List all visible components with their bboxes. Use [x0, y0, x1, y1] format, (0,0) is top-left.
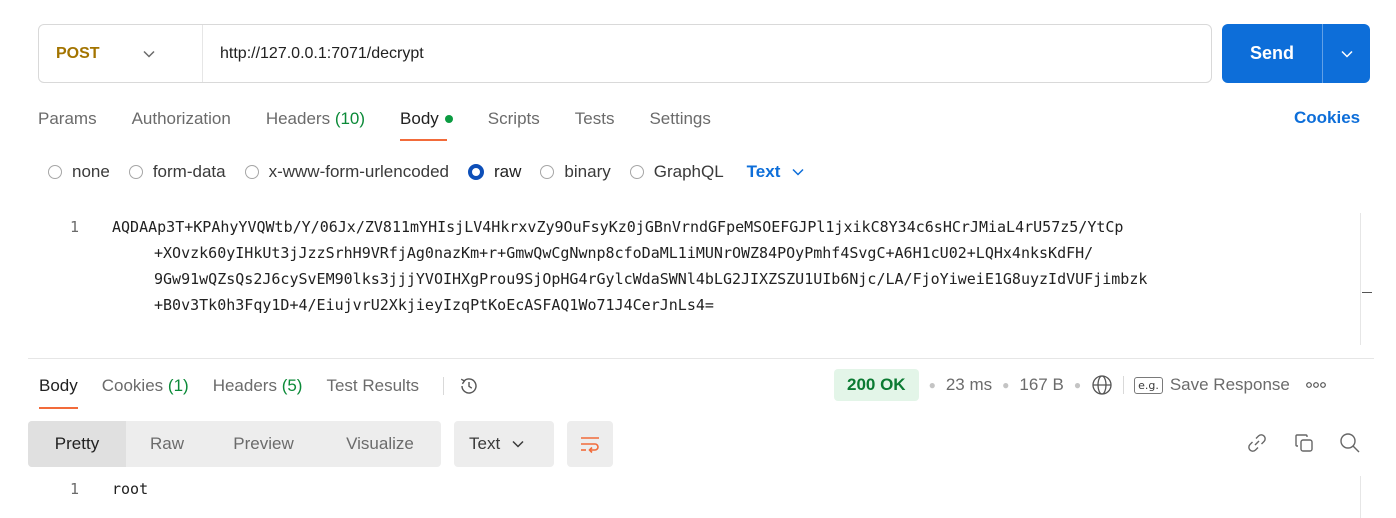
meta-separator	[1123, 376, 1125, 394]
view-visualize[interactable]: Visualize	[319, 421, 441, 467]
response-tabs: Body Cookies (1) Headers (5) Test Result…	[39, 373, 480, 409]
radio-urlencoded[interactable]: x-www-form-urlencoded	[244, 162, 450, 182]
radio-circle-checked	[468, 164, 485, 180]
copy-icon[interactable]	[1292, 431, 1316, 455]
scrollbar-marker	[1362, 292, 1372, 293]
view-preview[interactable]: Preview	[208, 421, 319, 467]
search-icon[interactable]	[1338, 431, 1362, 455]
radio-graphql[interactable]: GraphQL	[629, 162, 724, 182]
meta-dot: ●	[1002, 378, 1010, 392]
request-url-bar: POST	[38, 24, 1212, 83]
response-meta: 200 OK ● 23 ms ● 167 B ● e.g. Save Respo…	[834, 369, 1326, 401]
raw-format-dropdown[interactable]: Text	[747, 162, 805, 182]
raw-format-label: Text	[746, 162, 781, 181]
response-time[interactable]: 23 ms	[946, 375, 992, 395]
meta-dot: ●	[1073, 378, 1082, 392]
cookies-count: (1)	[167, 376, 189, 395]
request-body-editor[interactable]: 1 AQDAAp3T+KPAhyYVQWtb/Y/06Jx/ZV811mYHIs…	[28, 210, 1362, 350]
chevron-down-icon	[143, 50, 155, 58]
radio-label: form-data	[152, 162, 226, 181]
status-badge[interactable]: 200 OK	[834, 369, 919, 401]
chevron-down-icon	[792, 168, 804, 176]
radio-circle	[629, 165, 644, 179]
meta-dot: ●	[928, 378, 936, 392]
request-tabs: Params Authorization Headers (10) Body S…	[38, 104, 746, 141]
body-type-options: none form-data x-www-form-urlencoded raw…	[48, 159, 804, 185]
tab-cookies-label: Cookies	[101, 376, 164, 395]
tab-body[interactable]: Body	[400, 109, 453, 141]
cookies-link[interactable]: Cookies	[1294, 108, 1360, 128]
wrap-lines-icon	[579, 434, 601, 454]
tab-headers[interactable]: Headers (10)	[266, 109, 365, 129]
code-line: +B0v3Tk0h3Fqy1D+4/EiujvrU2XkjieyIzqPtKoE…	[154, 296, 714, 314]
radio-circle	[244, 165, 259, 179]
headers-count: (10)	[334, 109, 366, 128]
tab-headers-label: Headers	[212, 376, 277, 395]
method-label: POST	[56, 44, 100, 62]
radio-none[interactable]: none	[48, 162, 110, 182]
tab-response-body[interactable]: Body	[39, 376, 78, 409]
example-icon: e.g.	[1134, 376, 1163, 394]
link-icon[interactable]	[1245, 431, 1269, 455]
view-pretty[interactable]: Pretty	[28, 421, 126, 467]
tab-response-cookies[interactable]: Cookies (1)	[102, 376, 189, 396]
radio-label: binary	[564, 162, 611, 181]
method-dropdown[interactable]: POST	[39, 25, 203, 82]
url-input[interactable]	[203, 25, 1211, 82]
tab-params[interactable]: Params	[38, 109, 97, 129]
history-icon[interactable]	[458, 375, 480, 397]
tab-scripts[interactable]: Scripts	[488, 109, 540, 129]
code-line: +XOvzk60yIHkUt3jJzzSrhH9VRfjAg0nazKm+r+G…	[154, 244, 1094, 262]
response-format-label: Text	[469, 434, 501, 453]
tab-body-label: Body	[400, 109, 439, 128]
line-number: 1	[70, 480, 80, 498]
view-raw[interactable]: Raw	[126, 421, 208, 467]
radio-form-data[interactable]: form-data	[128, 162, 226, 182]
tab-test-results[interactable]: Test Results	[326, 376, 419, 396]
tab-separator	[443, 377, 445, 395]
radio-binary[interactable]: binary	[540, 162, 611, 182]
tab-tests[interactable]: Tests	[575, 109, 615, 129]
response-view-toggle: Pretty Raw Preview Visualize	[28, 421, 441, 467]
tab-headers-label: Headers	[265, 109, 331, 128]
radio-label: GraphQL	[653, 162, 724, 181]
more-options-icon[interactable]	[1305, 381, 1326, 389]
radio-raw[interactable]: raw	[468, 162, 521, 182]
tab-authorization[interactable]: Authorization	[132, 109, 231, 129]
body-indicator-dot	[444, 114, 453, 123]
save-response-label: Save Response	[1169, 375, 1290, 394]
response-text: root	[112, 480, 149, 498]
send-button[interactable]: Send	[1222, 24, 1370, 83]
tab-response-headers[interactable]: Headers (5)	[213, 376, 303, 396]
radio-label: raw	[494, 162, 522, 181]
wrap-lines-button[interactable]	[567, 421, 613, 467]
code-line: AQDAAp3T+KPAhyYVQWtb/Y/06Jx/ZV811mYHIsjL…	[112, 218, 1124, 236]
radio-circle	[48, 165, 62, 179]
radio-circle	[540, 165, 555, 179]
response-size[interactable]: 167 B	[1019, 375, 1063, 395]
code-line: 9Gw91wQZsQs2J6cySvEM90lks3jjjYVOIHXgProu…	[154, 270, 1148, 288]
tab-settings[interactable]: Settings	[649, 109, 710, 129]
response-scrollbar[interactable]	[1360, 476, 1361, 518]
globe-icon[interactable]	[1091, 374, 1113, 396]
send-label: Send	[1249, 43, 1294, 63]
headers-count: (5)	[281, 376, 303, 395]
pane-divider[interactable]	[28, 358, 1374, 359]
editor-scrollbar[interactable]	[1360, 213, 1361, 345]
radio-circle	[128, 165, 143, 179]
response-format-dropdown[interactable]: Text	[454, 421, 554, 467]
line-number: 1	[70, 218, 80, 236]
send-options-chevron-icon[interactable]	[1323, 50, 1370, 58]
save-response-button[interactable]: e.g. Save Response	[1134, 375, 1290, 395]
radio-label: none	[72, 162, 110, 181]
radio-label: x-www-form-urlencoded	[268, 162, 450, 181]
chevron-down-icon	[512, 440, 524, 448]
